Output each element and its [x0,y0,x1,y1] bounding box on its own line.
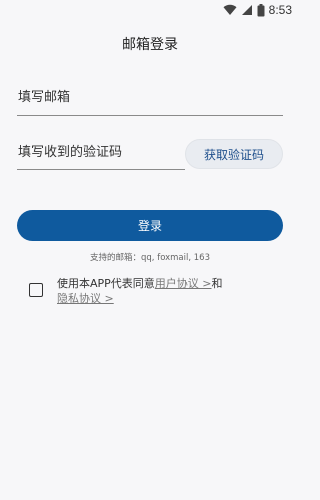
email-field[interactable]: 填写邮箱 [17,88,283,116]
page-title: 邮箱登录 [122,37,178,53]
agreement-conjunction: 和 [211,277,223,290]
agreement-prefix: 使用本APP代表同意 [57,277,155,290]
verification-code-underline [17,169,185,170]
verification-code-placeholder: 填写收到的验证码 [18,145,123,160]
status-icons: 8:53 [223,3,292,17]
status-time: 8:53 [268,3,292,17]
battery-icon [257,3,265,16]
email-placeholder: 填写邮箱 [18,90,71,105]
get-verification-code-button[interactable]: 获取验证码 [185,139,283,169]
wifi-icon [223,4,237,15]
user-agreement-link[interactable]: 用户协议 > [155,277,212,290]
privacy-agreement-link[interactable]: 隐私协议 > [57,292,114,305]
supported-email-hint: 支持的邮箱：qq, foxmail, 163 [90,253,210,263]
login-button[interactable]: 登录 [17,210,283,241]
verification-code-field[interactable]: 填写收到的验证码 [17,143,185,170]
agreement-checkbox[interactable] [29,283,43,297]
signal-icon [241,5,252,15]
email-underline [17,115,283,116]
agreement-text: 使用本APP代表同意用户协议 >和隐私协议 > [57,276,257,306]
status-bar: 8:53 [0,0,300,22]
